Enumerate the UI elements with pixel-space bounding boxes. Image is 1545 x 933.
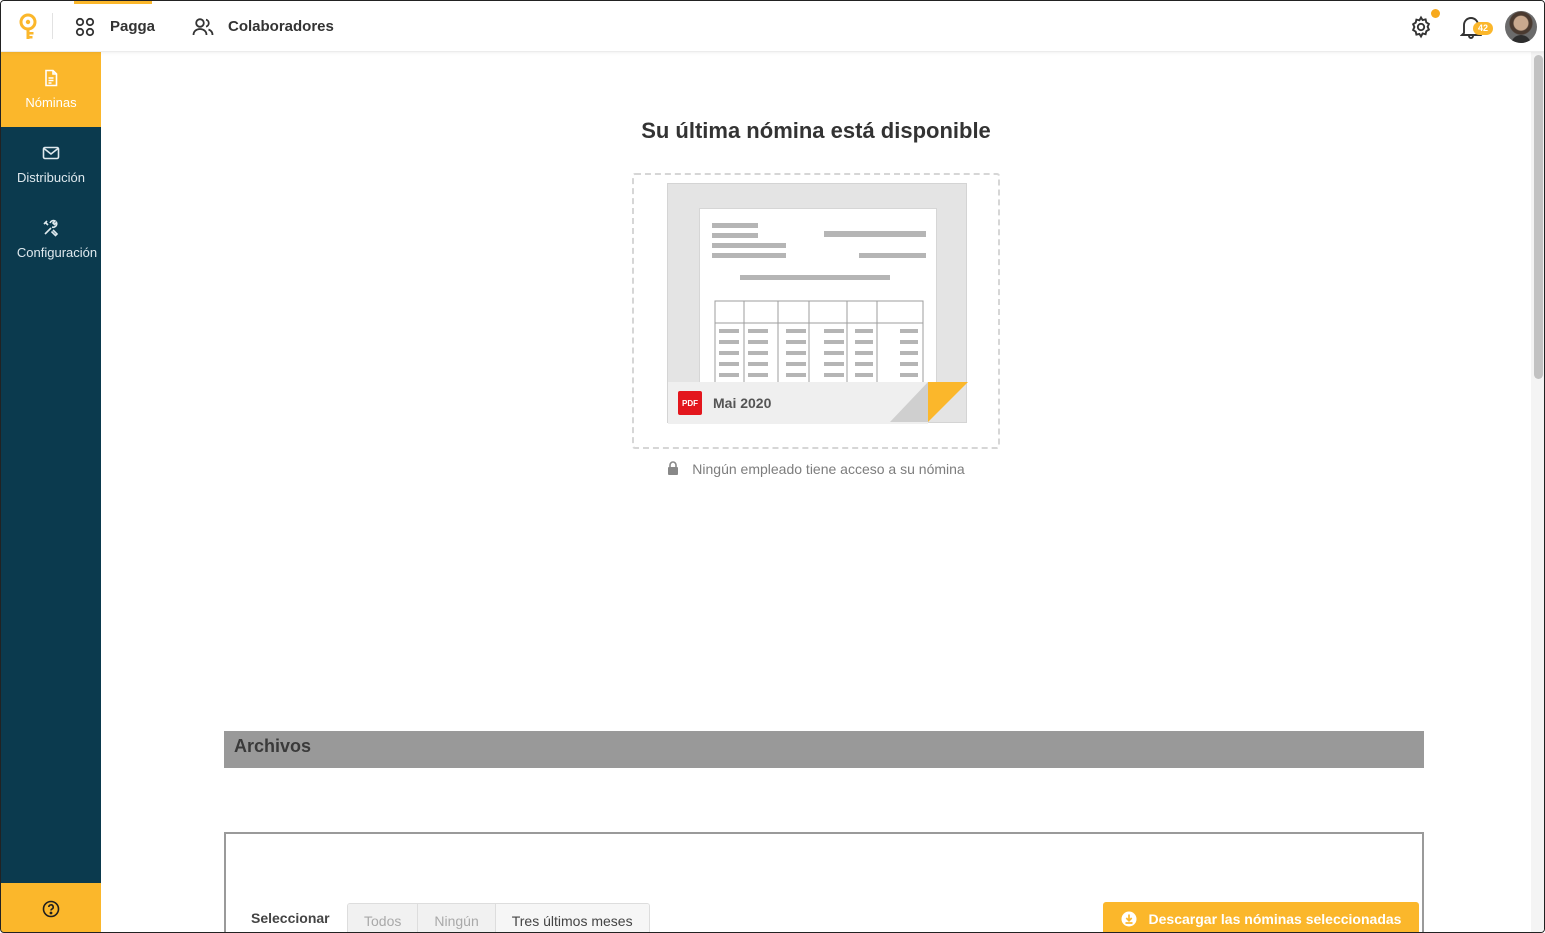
settings-gear-icon[interactable] xyxy=(1409,15,1433,39)
sidebar-item-distribucion[interactable]: Distribución xyxy=(1,127,101,202)
page-fold-corner xyxy=(928,382,968,422)
scrollbar-thumb[interactable] xyxy=(1534,55,1543,379)
grid-icon xyxy=(74,16,96,38)
payslip-footer: PDF Mai 2020 xyxy=(668,382,928,424)
document-icon xyxy=(45,69,58,87)
filter-last-three-months-button[interactable]: Tres últimos meses xyxy=(495,904,649,932)
files-section-header: Archivos xyxy=(224,731,1424,768)
help-button[interactable] xyxy=(1,883,101,932)
filter-none-button[interactable]: Ningún xyxy=(418,904,496,932)
sidebar-item-label: Configuración xyxy=(16,245,98,260)
sidebar-item-label: Distribución xyxy=(17,170,85,185)
page-title: Su última nómina está disponible xyxy=(641,118,991,143)
download-icon xyxy=(1121,911,1137,927)
top-bar: Pagga Colaboradores 42 xyxy=(1,1,1544,52)
download-label: Descargar las nóminas seleccionadas xyxy=(1148,911,1402,927)
nav-item-pagga[interactable]: Pagga xyxy=(74,1,155,52)
lock-icon xyxy=(668,461,679,475)
user-avatar[interactable] xyxy=(1505,11,1537,43)
sidebar-item-nominas[interactable]: Nóminas xyxy=(1,52,101,127)
users-icon xyxy=(192,16,214,38)
access-status-note: Ningún empleado tiene acceso a su nómina xyxy=(101,461,1531,477)
access-note-text: Ningún empleado tiene acceso a su nómina xyxy=(692,461,965,477)
payslip-thumbnail xyxy=(699,208,937,388)
divider xyxy=(52,13,53,39)
envelope-icon xyxy=(42,146,60,160)
help-icon xyxy=(42,900,60,917)
sidebar-item-label: Nóminas xyxy=(25,95,77,110)
payslip-month: Mai 2020 xyxy=(713,395,772,411)
app-window: Pagga Colaboradores 42 Nóminas Distribuc… xyxy=(0,0,1545,933)
nav-label-pagga: Pagga xyxy=(110,18,156,35)
files-panel: Seleccionar Todos Ningún Tres últimos me… xyxy=(224,832,1424,932)
latest-payslip-card[interactable]: PDF Mai 2020 xyxy=(632,173,1000,449)
nav-item-colaboradores[interactable]: Colaboradores xyxy=(192,1,334,52)
selection-filter-group: Todos Ningún Tres últimos meses xyxy=(347,903,650,932)
active-indicator xyxy=(74,1,152,4)
page-fold-shadow xyxy=(890,382,928,422)
notification-badge: 42 xyxy=(1473,22,1493,35)
filter-all-button[interactable]: Todos xyxy=(348,904,419,932)
sidebar-item-configuracion[interactable]: Configuración xyxy=(1,202,101,277)
app-logo-icon[interactable] xyxy=(17,13,39,41)
nav-label-colaboradores: Colaboradores xyxy=(228,18,334,35)
sidebar: Nóminas Distribución Configuración xyxy=(1,52,101,932)
select-label: Seleccionar xyxy=(251,910,330,926)
main-content: Su última nómina está disponible PDF Mai… xyxy=(101,52,1531,932)
tools-icon xyxy=(43,219,59,237)
pdf-file-icon: PDF xyxy=(678,391,702,415)
payslip-illustration xyxy=(712,223,926,387)
payslip-preview: PDF Mai 2020 xyxy=(667,183,968,424)
settings-alert-dot xyxy=(1431,9,1440,18)
download-selected-button[interactable]: Descargar las nóminas seleccionadas xyxy=(1103,902,1419,932)
